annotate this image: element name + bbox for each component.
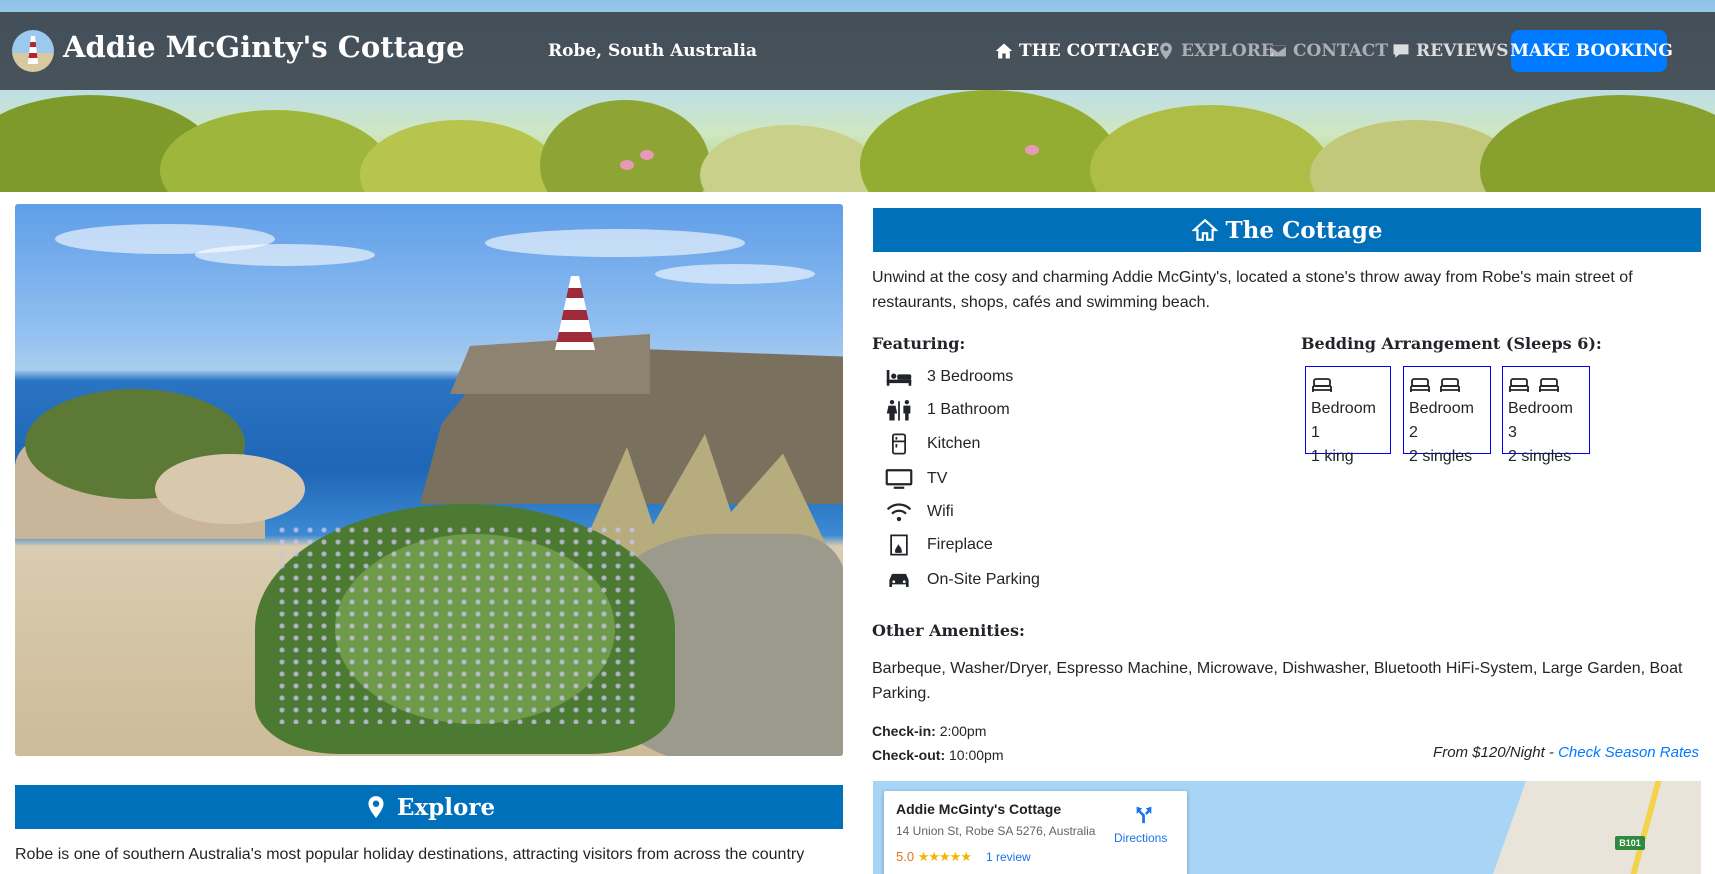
bedroom-beds: 2 singles <box>1508 448 1572 465</box>
rates-info: From $120/Night - Check Season Rates <box>1433 744 1699 761</box>
bed-icon <box>1539 378 1559 392</box>
feature-kitchen: Kitchen <box>883 429 980 459</box>
comment-icon <box>1393 44 1409 58</box>
feature-label: 3 Bedrooms <box>927 368 1014 385</box>
feature-tv: TV <box>883 464 947 494</box>
feature-label: Kitchen <box>927 435 981 452</box>
feature-parking: On-Site Parking <box>883 565 1040 595</box>
lighthouse-logo-icon[interactable] <box>12 30 54 72</box>
bedroom-name: Bedroom 3 <box>1508 400 1573 441</box>
map-rating-value: 5.0 <box>896 849 915 864</box>
feature-label: Wifi <box>927 503 954 520</box>
nav-label: THE COTTAGE <box>1019 41 1160 61</box>
nav-label: CONTACT <box>1293 41 1388 61</box>
nav-explore[interactable]: EXPLORE <box>1156 41 1274 61</box>
amenities-title: Other Amenities: <box>872 621 1025 640</box>
feature-bathroom: 1 Bathroom <box>883 395 1010 425</box>
check-season-rates-link[interactable]: Check Season Rates <box>1558 744 1699 761</box>
map-marker-icon <box>368 796 384 818</box>
featuring-title: Featuring: <box>872 334 966 353</box>
rates-prefix: From $120/Night - <box>1433 744 1559 761</box>
feature-label: On-Site Parking <box>927 571 1040 588</box>
fireplace-icon <box>890 534 908 556</box>
home-icon <box>995 43 1013 59</box>
directions-link[interactable]: Directions <box>1114 831 1167 845</box>
bed-icon <box>1410 378 1430 392</box>
bed-icon <box>1312 378 1332 392</box>
feature-bedrooms: 3 Bedrooms <box>883 362 1013 392</box>
feature-label: TV <box>927 470 948 487</box>
cottage-heading-label: The Cottage <box>1225 216 1383 244</box>
star-rating-icon: ★★★★★ <box>917 849 972 864</box>
checkin-row: Check-in: 2:00pm <box>872 720 986 742</box>
location-map[interactable]: B101 Addie McGinty's Cottage 14 Union St… <box>873 781 1701 874</box>
cottage-intro: Unwind at the cosy and charming Addie Mc… <box>872 269 1633 311</box>
tv-icon <box>885 469 913 489</box>
lighthouse-coast-photo <box>15 204 843 756</box>
bedroom-beds: 2 singles <box>1409 448 1473 465</box>
bed-icon <box>886 370 912 386</box>
site-location: Robe, South Australia <box>548 41 757 61</box>
map-place-name[interactable]: Addie McGinty's Cottage <box>896 801 1061 817</box>
make-booking-button[interactable]: MAKE BOOKING <box>1510 30 1673 72</box>
restroom-icon <box>886 399 911 421</box>
feature-label: 1 Bathroom <box>927 401 1010 418</box>
envelope-icon <box>1269 44 1287 58</box>
home-icon <box>1191 218 1218 241</box>
nav-label: EXPLORE <box>1181 41 1274 61</box>
map-address: 14 Union St, Robe SA 5276, Australia <box>896 824 1096 838</box>
nav-label: REVIEWS <box>1416 41 1509 61</box>
bed-icon <box>1440 378 1460 392</box>
directions-icon[interactable] <box>1133 803 1155 825</box>
car-icon <box>889 573 909 587</box>
wifi-icon <box>886 503 912 522</box>
map-rating: 5.0 ★★★★★ <box>896 849 972 865</box>
feature-fireplace: Fireplace <box>883 530 993 560</box>
checkout-label: Check-out: <box>872 747 946 763</box>
checkin-label: Check-in: <box>872 723 936 739</box>
explore-heading: Explore <box>15 785 843 829</box>
checkout-time: 10:00pm <box>949 747 1004 763</box>
bedroom-beds: 1 king <box>1311 448 1354 465</box>
nav-contact[interactable]: CONTACT <box>1268 41 1388 61</box>
fridge-icon <box>892 433 906 455</box>
site-title[interactable]: Addie McGinty's Cottage <box>63 30 465 64</box>
feature-label: Fireplace <box>927 536 993 553</box>
amenities-list: Barbeque, Washer/Dryer, Espresso Machine… <box>872 660 1683 702</box>
explore-heading-label: Explore <box>396 793 496 821</box>
feature-wifi: Wifi <box>883 497 954 527</box>
bedroom-card-2: Bedroom 2 2 singles <box>1403 366 1491 465</box>
top-navbar: Addie McGinty's Cottage Robe, South Aust… <box>0 12 1715 90</box>
bedroom-name: Bedroom 1 <box>1311 400 1376 441</box>
checkin-time: 2:00pm <box>939 723 987 739</box>
bedroom-card-3: Bedroom 3 2 singles <box>1502 366 1590 465</box>
bedroom-card-1: Bedroom 1 1 king <box>1305 366 1391 465</box>
map-marker-icon <box>1160 42 1172 60</box>
nav-the-cottage[interactable]: THE COTTAGE <box>994 41 1159 61</box>
cottage-heading: The Cottage <box>873 208 1701 252</box>
bedding-title: Bedding Arrangement (Sleeps 6): <box>1301 334 1602 353</box>
explore-intro: Robe is one of southern Australia's most… <box>15 846 805 863</box>
bedroom-name: Bedroom 2 <box>1409 400 1474 441</box>
map-reviews-link[interactable]: 1 review <box>986 850 1031 864</box>
bed-icon <box>1509 378 1529 392</box>
booking-label: MAKE BOOKING <box>1510 41 1673 61</box>
map-place-card: Addie McGinty's Cottage 14 Union St, Rob… <box>884 791 1187 874</box>
checkout-row: Check-out: 10:00pm <box>872 744 1004 766</box>
nav-reviews[interactable]: REVIEWS <box>1391 41 1509 61</box>
road-label: B101 <box>1615 836 1645 850</box>
